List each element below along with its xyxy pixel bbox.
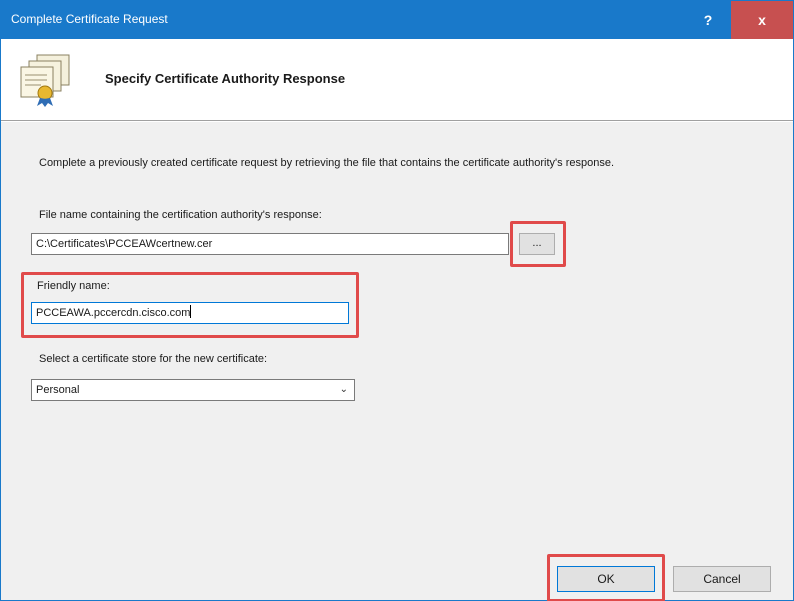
dialog-window: Complete Certificate Request ? x Specify… — [0, 0, 794, 601]
header-title: Specify Certificate Authority Response — [105, 71, 346, 86]
file-name-label: File name containing the certification a… — [39, 209, 322, 221]
cancel-button[interactable]: Cancel — [673, 566, 771, 592]
file-name-input[interactable]: C:\Certificates\PCCEAWcertnew.cer — [31, 233, 509, 255]
browse-button[interactable]: ... — [519, 233, 555, 255]
friendly-name-label: Friendly name: — [37, 280, 110, 292]
friendly-name-value: PCCEAWA.pccercdn.cisco.com — [36, 307, 191, 319]
chevron-down-icon: ⌄ — [339, 384, 348, 395]
wizard-header: Specify Certificate Authority Response — [1, 39, 793, 121]
certificate-store-select[interactable]: Personal ⌄ — [31, 379, 355, 401]
certificate-store-label: Select a certificate store for the new c… — [39, 353, 268, 365]
friendly-name-input[interactable]: PCCEAWA.pccercdn.cisco.com — [31, 302, 349, 324]
close-button[interactable]: x — [731, 1, 793, 39]
window-title: Complete Certificate Request — [11, 12, 168, 26]
title-bar[interactable]: Complete Certificate Request ? x — [1, 1, 793, 39]
help-button[interactable]: ? — [685, 1, 731, 39]
description-text: Complete a previously created certificat… — [39, 157, 615, 169]
certificate-store-value: Personal — [36, 384, 80, 396]
text-caret — [190, 305, 192, 318]
certificate-icon — [15, 53, 75, 107]
ok-button[interactable]: OK — [557, 566, 655, 592]
form-content: Complete a previously created certificat… — [1, 122, 793, 601]
